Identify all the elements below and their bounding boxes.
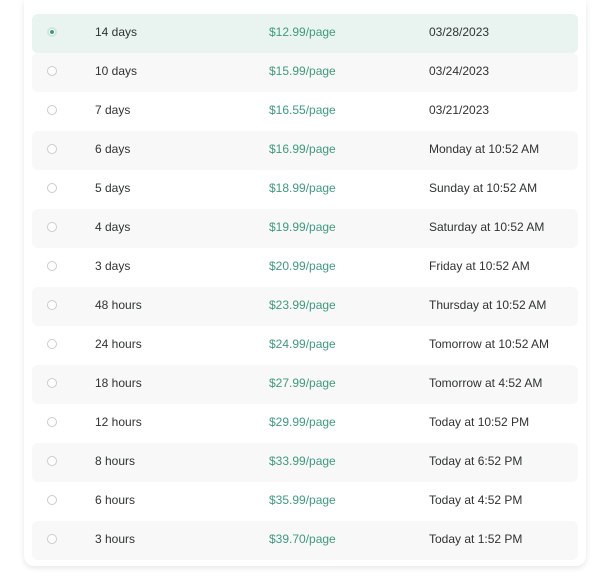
due-date: Today at 6:52 PM	[429, 454, 523, 468]
due-date: Tomorrow at 4:52 AM	[429, 376, 543, 390]
deadline-option-row[interactable]: 5 days $18.99/page Sunday at 10:52 AM	[32, 170, 578, 209]
radio-button[interactable]	[47, 105, 57, 115]
radio-button[interactable]	[47, 495, 57, 505]
deadline-label: 10 days	[95, 64, 138, 78]
radio-button[interactable]	[47, 27, 57, 37]
price-per-page: $27.99/page	[269, 376, 336, 390]
deadline-options-list: 14 days $12.99/page 03/28/2023 10 days $…	[32, 14, 578, 560]
radio-button[interactable]	[47, 261, 57, 271]
deadline-label: 6 hours	[95, 493, 136, 507]
deadline-label: 4 days	[95, 220, 131, 234]
due-date: Today at 4:52 PM	[429, 493, 523, 507]
deadline-option-row[interactable]: 12 hours $29.99/page Today at 10:52 PM	[32, 404, 578, 443]
due-date: Thursday at 10:52 AM	[429, 298, 547, 312]
deadline-option-row[interactable]: 14 days $12.99/page 03/28/2023	[32, 14, 578, 53]
deadline-option-row[interactable]: 6 days $16.99/page Monday at 10:52 AM	[32, 131, 578, 170]
deadline-option-row[interactable]: 8 hours $33.99/page Today at 6:52 PM	[32, 443, 578, 482]
deadline-label: 14 days	[95, 25, 138, 39]
deadline-label: 3 hours	[95, 532, 136, 546]
radio-button[interactable]	[47, 378, 57, 388]
due-date: Monday at 10:52 AM	[429, 142, 540, 156]
due-date: Sunday at 10:52 AM	[429, 181, 538, 195]
deadline-option-row[interactable]: 3 hours $39.70/page Today at 1:52 PM	[32, 521, 578, 560]
price-per-page: $39.70/page	[269, 532, 336, 546]
price-per-page: $16.55/page	[269, 103, 336, 117]
price-per-page: $29.99/page	[269, 415, 336, 429]
radio-button[interactable]	[47, 66, 57, 76]
deadline-label: 24 hours	[95, 337, 142, 351]
deadline-label: 5 days	[95, 181, 131, 195]
deadline-option-row[interactable]: 10 days $15.99/page 03/24/2023	[32, 53, 578, 92]
due-date: Friday at 10:52 AM	[429, 259, 530, 273]
radio-button[interactable]	[47, 300, 57, 310]
deadline-label: 3 days	[95, 259, 131, 273]
price-per-page: $19.99/page	[269, 220, 336, 234]
price-per-page: $20.99/page	[269, 259, 336, 273]
price-per-page: $24.99/page	[269, 337, 336, 351]
due-date: Today at 10:52 PM	[429, 415, 530, 429]
deadline-label: 7 days	[95, 103, 131, 117]
due-date: Tomorrow at 10:52 AM	[429, 337, 550, 351]
radio-button[interactable]	[47, 417, 57, 427]
deadline-option-row[interactable]: 3 days $20.99/page Friday at 10:52 AM	[32, 248, 578, 287]
radio-button[interactable]	[47, 339, 57, 349]
due-date: Today at 1:52 PM	[429, 532, 523, 546]
radio-button[interactable]	[47, 144, 57, 154]
deadline-label: 12 hours	[95, 415, 142, 429]
due-date: 03/24/2023	[429, 64, 490, 78]
price-per-page: $33.99/page	[269, 454, 336, 468]
deadline-option-row[interactable]: 4 days $19.99/page Saturday at 10:52 AM	[32, 209, 578, 248]
deadline-option-row[interactable]: 6 hours $35.99/page Today at 4:52 PM	[32, 482, 578, 521]
deadline-option-row[interactable]: 18 hours $27.99/page Tomorrow at 4:52 AM	[32, 365, 578, 404]
price-per-page: $15.99/page	[269, 64, 336, 78]
deadline-option-row[interactable]: 48 hours $23.99/page Thursday at 10:52 A…	[32, 287, 578, 326]
price-per-page: $16.99/page	[269, 142, 336, 156]
radio-button[interactable]	[47, 183, 57, 193]
price-per-page: $12.99/page	[269, 25, 336, 39]
deadline-option-row[interactable]: 7 days $16.55/page 03/21/2023	[32, 92, 578, 131]
deadline-label: 18 hours	[95, 376, 142, 390]
deadline-label: 6 days	[95, 142, 131, 156]
due-date: 03/21/2023	[429, 103, 490, 117]
radio-button[interactable]	[47, 534, 57, 544]
deadline-label: 48 hours	[95, 298, 142, 312]
price-per-page: $18.99/page	[269, 181, 336, 195]
radio-button[interactable]	[47, 222, 57, 232]
radio-button[interactable]	[47, 456, 57, 466]
deadline-label: 8 hours	[95, 454, 136, 468]
due-date: Saturday at 10:52 AM	[429, 220, 545, 234]
deadline-option-row[interactable]: 24 hours $24.99/page Tomorrow at 10:52 A…	[32, 326, 578, 365]
deadline-options-card: 14 days $12.99/page 03/28/2023 10 days $…	[24, 0, 586, 566]
due-date: 03/28/2023	[429, 25, 490, 39]
price-per-page: $23.99/page	[269, 298, 336, 312]
price-per-page: $35.99/page	[269, 493, 336, 507]
